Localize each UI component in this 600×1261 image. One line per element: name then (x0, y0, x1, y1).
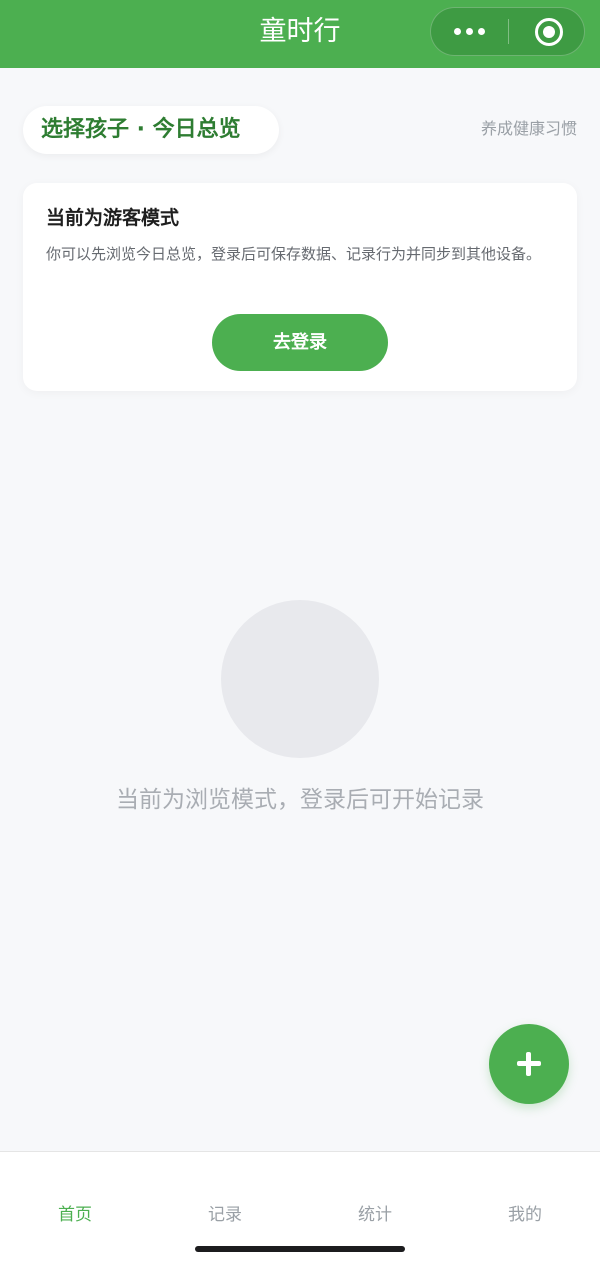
mini-program-capsule (430, 7, 585, 56)
tab-stats[interactable]: 统计 (300, 1204, 450, 1226)
home-indicator (195, 1246, 405, 1252)
dot-icon (478, 28, 485, 35)
plus-vertical (526, 1052, 531, 1076)
add-record-button[interactable] (489, 1024, 569, 1104)
child-selector-label: 选择孩子 · 今日总览 (41, 117, 241, 142)
more-dots-icon[interactable] (431, 8, 508, 55)
slogan-text: 养成健康习惯 (480, 119, 577, 138)
tab-me[interactable]: 我的 (450, 1204, 600, 1226)
tab-home[interactable]: 首页 (0, 1204, 150, 1226)
tab-records[interactable]: 记录 (150, 1204, 300, 1226)
empty-state-message: 当前为浏览模式，登录后可开始记录 (116, 787, 484, 813)
plus-icon (489, 1024, 569, 1104)
navigation-bar: 童时行 (0, 0, 600, 68)
guest-card-title: 当前为游客模式 (46, 207, 180, 229)
tab-bar: 首页 记录 统计 我的 (0, 1151, 600, 1261)
guest-mode-card: 当前为游客模式 你可以先浏览今日总览，登录后可保存数据、记录行为并同步到其他设备… (23, 183, 577, 391)
empty-state-illustration (221, 600, 379, 758)
capsule-close-icon[interactable] (509, 8, 585, 55)
guest-card-description: 你可以先浏览今日总览，登录后可保存数据、记录行为并同步到其他设备。 (46, 245, 542, 263)
login-button[interactable]: 去登录 (212, 314, 388, 371)
close-core (543, 26, 555, 38)
dot-icon (466, 28, 473, 35)
dot-icon (454, 28, 461, 35)
child-selector[interactable]: 选择孩子 · 今日总览 (23, 106, 279, 154)
